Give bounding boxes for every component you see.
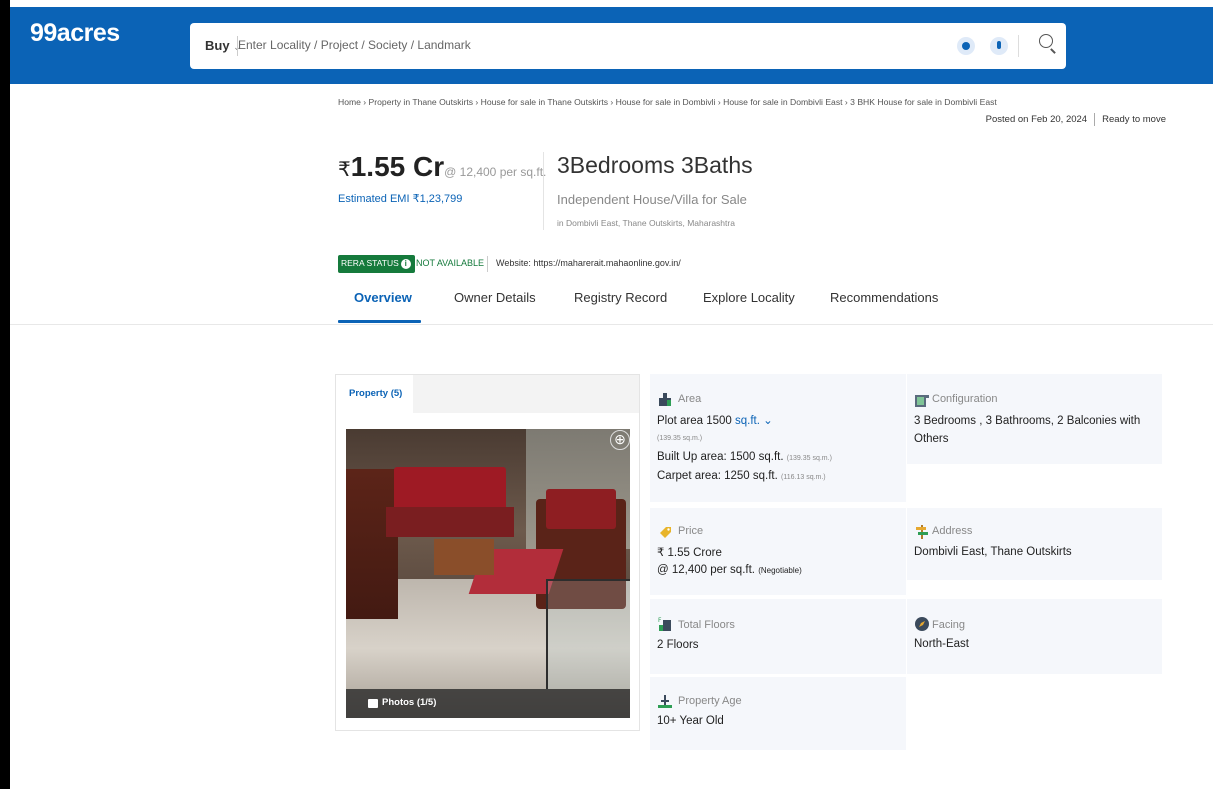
address-title: Address	[932, 525, 973, 537]
tab-recommendations[interactable]: Recommendations	[830, 290, 938, 305]
info-icon[interactable]: i	[400, 259, 411, 269]
zoom-in-icon[interactable]: ⊕	[610, 430, 630, 450]
microphone-icon[interactable]	[990, 37, 1008, 55]
plot-area-sqm: (139.35 sq.m.)	[657, 435, 703, 442]
tab-owner-details[interactable]: Owner Details	[454, 290, 536, 305]
posted-info: Posted on Feb 20, 2024 Ready to move	[986, 113, 1166, 126]
rera-status-label: RERA STATUS	[341, 258, 399, 268]
address-card: Address Dombivli East, Thane Outskirts	[907, 508, 1162, 580]
configuration-line-1: 3 Bedrooms , 3 Bathrooms, 2 Balconies wi…	[914, 415, 1141, 427]
svg-text:F: F	[658, 617, 662, 624]
price-per-sqft: @ 12,400 per sq.ft.	[444, 165, 547, 179]
estimated-emi-link[interactable]: Estimated EMI ₹1,23,799	[338, 192, 462, 205]
builtup-area-value: Built Up area: 1500 sq.ft.	[657, 451, 784, 463]
price-card: Price ₹ 1.55 Crore @ 12,400 per sq.ft. (…	[650, 508, 906, 595]
buy-label: Buy	[205, 38, 230, 53]
configuration-title: Configuration	[932, 393, 998, 405]
possession-status: Ready to move	[1102, 114, 1166, 126]
floors-title: Total Floors	[678, 619, 735, 631]
area-card: Area Plot area 1500 sq.ft. ⌄ (139.35 sq.…	[650, 374, 906, 502]
window-frame-top	[10, 0, 1213, 7]
floors-icon: F	[658, 617, 671, 631]
price-tag-icon	[660, 527, 671, 538]
property-age-value: 10+ Year Old	[657, 715, 724, 727]
facing-title: Facing	[932, 619, 966, 631]
carpet-area: Carpet area: 1250 sq.ft. (116.13 sq.m.)	[657, 470, 826, 482]
negotiable-label: (Negotiable)	[758, 566, 802, 575]
plot-area-value: Plot area 1500	[657, 415, 732, 427]
floors-card: F Total Floors 2 Floors	[650, 599, 906, 674]
address-value: Dombivli East, Thane Outskirts	[914, 546, 1072, 558]
price-rate-value: @ 12,400 per sq.ft.	[657, 564, 755, 576]
configuration-icon	[915, 395, 929, 407]
rupee-symbol: ₹	[338, 159, 351, 181]
buy-dropdown[interactable]: Buy ⌄	[205, 38, 241, 53]
price-rate: @ 12,400 per sq.ft. (Negotiable)	[657, 564, 802, 576]
signpost-icon	[916, 525, 928, 539]
unit-label: sq.ft.	[735, 415, 760, 427]
facing-card: Facing North-East	[907, 599, 1162, 674]
plot-area: Plot area 1500 sq.ft. ⌄	[657, 413, 773, 427]
configuration-line-2: Others	[914, 433, 949, 445]
search-input[interactable]: Enter Locality / Project / Society / Lan…	[238, 38, 471, 52]
price-crore: ₹ 1.55 Crore	[657, 547, 722, 559]
site-logo[interactable]: 99acres	[30, 19, 120, 48]
rera-website[interactable]: Website: https://maharerait.mahaonline.g…	[496, 258, 681, 268]
image-icon	[368, 699, 378, 708]
gallery-tab-property[interactable]: Property (5)	[336, 375, 413, 413]
window-frame-left	[0, 0, 10, 789]
active-tab-indicator	[338, 320, 421, 323]
photos-counter-bar[interactable]: Photos (1/5)	[346, 689, 630, 718]
rera-status-value: NOT AVAILABLE	[416, 258, 485, 268]
top-navigation-bar: 99acres Buy ⌄ Enter Locality / Project /…	[10, 7, 1213, 84]
property-age-icon	[658, 695, 672, 708]
tabs-divider	[10, 324, 1213, 325]
configuration-card: Configuration 3 Bedrooms , 3 Bathrooms, …	[907, 374, 1162, 464]
posted-date: Posted on Feb 20, 2024	[985, 114, 1088, 126]
carpet-area-value: Carpet area: 1250 sq.ft.	[657, 470, 778, 482]
property-photo[interactable]: ⊕ Photos (1/5)	[346, 429, 630, 718]
photo-gallery: Property (5) ⊕ Photos (1/5)	[335, 374, 640, 731]
property-title: 3Bedrooms 3Baths	[557, 152, 753, 178]
carpet-area-sqm: (116.13 sq.m.)	[781, 474, 826, 481]
area-title: Area	[678, 393, 702, 405]
gallery-tab-bar: Property (5)	[336, 375, 639, 413]
area-icon	[659, 393, 671, 406]
rera-status-badge[interactable]: RERA STATUS i	[338, 255, 415, 273]
property-type: Independent House/Villa for Sale	[557, 192, 747, 207]
facing-value: North-East	[914, 638, 969, 650]
icon-divider	[1018, 35, 1019, 57]
tab-explore-locality[interactable]: Explore Locality	[703, 290, 795, 305]
header-divider	[543, 152, 544, 230]
rera-divider	[487, 256, 488, 272]
search-icon[interactable]	[1038, 33, 1058, 57]
photos-count: Photos (1/5)	[382, 697, 437, 708]
breadcrumb[interactable]: Home › Property in Thane Outskirts › Hou…	[338, 97, 997, 107]
builtup-area-sqm: (139.35 sq.m.)	[786, 455, 832, 462]
chevron-down-icon: ⌄	[763, 415, 773, 427]
tab-overview[interactable]: Overview	[354, 290, 412, 305]
property-age-title: Property Age	[678, 695, 742, 707]
floors-value: 2 Floors	[657, 639, 699, 651]
tab-registry-record[interactable]: Registry Record	[574, 290, 667, 305]
location-icon[interactable]	[957, 37, 975, 55]
search-bar: Buy ⌄ Enter Locality / Project / Society…	[190, 23, 1066, 69]
price-value: 1.55 Cr	[350, 151, 445, 182]
builtup-area: Built Up area: 1500 sq.ft. (139.35 sq.m.…	[657, 451, 832, 463]
price-headline: ₹1.55 Cr@ 12,400 per sq.ft.	[338, 151, 546, 183]
price-title: Price	[678, 525, 704, 537]
unit-dropdown[interactable]: sq.ft. ⌄	[735, 415, 773, 427]
property-location: in Dombivli East, Thane Outskirts, Mahar…	[557, 218, 735, 228]
compass-icon	[915, 617, 929, 631]
property-age-card: Property Age 10+ Year Old	[650, 677, 906, 750]
